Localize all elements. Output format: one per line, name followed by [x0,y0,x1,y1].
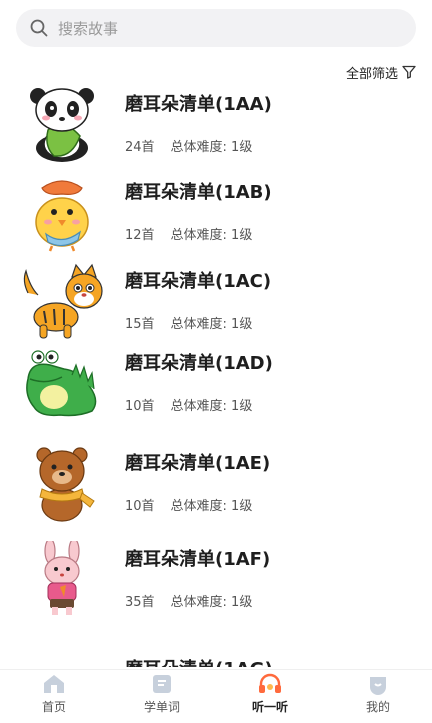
item-count: 15首 [125,317,155,332]
item-difficulty: 总体难度: 1级 [170,140,253,155]
item-meta: 10首 总体难度: 1级 [125,395,252,414]
filter-button[interactable]: 全部筛选 [346,62,416,82]
item-count: 24首 [125,140,155,155]
tab-home[interactable]: 首页 [0,670,108,723]
crocodile-icon [26,350,97,417]
chick-icon [35,180,89,252]
item-difficulty: 总体难度: 1级 [170,399,253,414]
item-title: 磨耳朵清单(1AE) [125,453,271,474]
item-count: 10首 [125,499,155,514]
filter-icon [402,65,416,79]
tab-label: 听一听 [251,700,288,714]
item-title: 磨耳朵清单(1AC) [125,271,272,292]
bear-icon [36,447,95,522]
list-item[interactable]: 磨耳朵清单(1AC) 15首 总体难度: 1级 [0,257,432,347]
item-meta: 24首 总体难度: 1级 [125,136,252,155]
item-meta: 10首 总体难度: 1级 [125,495,252,514]
item-meta: 12首 总体难度: 1级 [125,224,252,243]
tab-label: 首页 [41,700,66,714]
item-title: 磨耳朵清单(1AG) [125,655,273,667]
item-count: 10首 [125,399,155,414]
rabbit-icon [44,541,80,615]
book-icon [153,675,171,693]
list-item[interactable]: 磨耳朵清单(1AG) [0,645,432,667]
item-difficulty: 总体难度: 1级 [170,595,253,610]
tab-listen[interactable]: 听一听 [216,670,324,723]
home-icon [44,675,64,693]
item-meta: 35首 总体难度: 1级 [125,591,252,610]
item-title: 磨耳朵清单(1AF) [125,549,271,570]
list-item[interactable]: 磨耳朵清单(1AD) 10首 总体难度: 1级 [0,339,432,429]
tab-learn-words[interactable]: 学单词 [108,670,216,723]
filter-label: 全部筛选 [345,66,398,82]
list-item[interactable]: 磨耳朵清单(1AB) 12首 总体难度: 1级 [0,168,432,258]
partial-thumbnail-icon [20,651,104,667]
profile-icon [370,677,386,695]
list-item[interactable]: 磨耳朵清单(1AA) 24首 总体难度: 1级 [0,80,432,170]
search-bar[interactable]: 搜索故事 [16,9,416,47]
tab-label: 学单词 [143,700,180,714]
item-count: 35首 [125,595,155,610]
search-placeholder: 搜索故事 [58,19,119,38]
item-title: 磨耳朵清单(1AB) [125,182,272,203]
headphones-icon [259,673,281,693]
item-difficulty: 总体难度: 1级 [170,228,253,243]
search-icon [30,19,48,37]
item-difficulty: 总体难度: 1级 [170,317,253,332]
list-item[interactable]: 磨耳朵清单(1AE) 10首 总体难度: 1级 [0,439,432,529]
item-meta: 15首 总体难度: 1级 [125,313,252,332]
tab-profile[interactable]: 我的 [324,670,432,723]
item-count: 12首 [125,228,155,243]
tab-label: 我的 [365,700,390,714]
tiger-icon [23,263,103,339]
item-title: 磨耳朵清单(1AA) [125,94,272,115]
list-item[interactable]: 磨耳朵清单(1AF) 35首 总体难度: 1级 [0,535,432,625]
item-difficulty: 总体难度: 1级 [170,499,253,514]
item-title: 磨耳朵清单(1AD) [125,353,273,374]
bottom-tab-bar: 首页 学单词 听一听 我的 [0,669,432,723]
panda-icon [30,88,94,162]
